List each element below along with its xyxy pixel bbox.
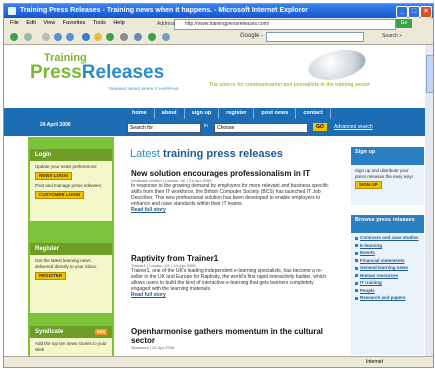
print-icon[interactable] (134, 33, 142, 41)
discuss-icon[interactable] (162, 33, 170, 41)
menu-help[interactable]: Help (113, 20, 124, 26)
address-input[interactable]: http://www.trainingpressreleases.com/ (185, 20, 269, 29)
signup-button[interactable]: SIGN UP (355, 181, 382, 189)
syndicate-text: Add the top ten news stories to your Web (35, 341, 107, 352)
site-search-input[interactable]: Search for (127, 123, 201, 133)
menu-view[interactable]: View (43, 20, 55, 26)
category-link[interactable]: People (355, 288, 420, 294)
search-in-label: in (204, 123, 208, 129)
menu-favorites[interactable]: Favorites (63, 20, 86, 26)
mail-icon[interactable] (120, 33, 128, 41)
article-meta: Simulacra | 24-Apr-2006. (131, 345, 176, 350)
article-2: Raptivity from Trainer1 Trainer1 | Londo… (131, 254, 331, 299)
main-heading: Latest training press releases (130, 148, 283, 160)
login-box: Login Update your news preferences: NEWS… (30, 149, 112, 221)
menu-edit[interactable]: Edit (26, 20, 35, 26)
category-link[interactable]: Contracts and case studies (355, 235, 420, 241)
register-button[interactable]: REGISTER (35, 272, 67, 280)
category-link[interactable]: IT training (355, 280, 420, 286)
google-search-input[interactable] (266, 32, 364, 42)
edit-icon[interactable] (148, 33, 156, 41)
signup-text: Sign up and distribute your press releas… (355, 168, 414, 179)
search-category-select[interactable]: Choose (214, 123, 308, 133)
browser-window: Training Press Releases - Training news … (3, 3, 434, 368)
news-login-button[interactable]: NEWS LOGIN (35, 172, 72, 180)
minimize-button[interactable]: _ (396, 6, 408, 18)
login-text-news: Update your news preferences: (35, 164, 98, 169)
scrollbar-thumb[interactable] (426, 55, 433, 93)
nav-post-news[interactable]: post news (254, 108, 297, 119)
category-link[interactable]: Human resources (355, 273, 420, 279)
google-search-button[interactable]: Search » (382, 33, 402, 39)
current-date: 24 April 2006 (40, 122, 71, 128)
site-tagline: The source for communication and journal… (209, 82, 370, 88)
google-label[interactable]: Google - (240, 33, 263, 39)
menu-tools[interactable]: Tools (93, 20, 106, 26)
article-title[interactable]: New solution encourages professionalism … (131, 169, 331, 178)
web-page: Training PressReleases TRAINING NEWS WHE… (4, 45, 425, 356)
category-link[interactable]: E-learning (355, 243, 420, 249)
nav-about[interactable]: about (155, 108, 185, 119)
advanced-search-link[interactable]: Advanced search (334, 124, 373, 130)
syndicate-heading: Syndicate RSS (30, 326, 112, 338)
site-nav: home about sign up register post news co… (125, 108, 331, 119)
read-full-story-link[interactable]: Read full story (131, 292, 331, 299)
article-title[interactable]: Openharmonise gathers momentum in the cu… (131, 327, 331, 345)
category-list: Contracts and case studies E-learning Ev… (351, 233, 424, 305)
menu-file[interactable]: File (10, 20, 19, 26)
signup-box: Sign up Sign up and distribute your pres… (351, 147, 424, 205)
browse-box: Browse press releases Contracts and case… (351, 215, 424, 355)
login-text-customer: Post and manage press releases: (35, 183, 103, 188)
register-heading: Register (30, 243, 112, 255)
register-box: Register Get the latest learning news de… (30, 243, 112, 313)
address-label: Address (157, 21, 176, 27)
search-icon[interactable] (82, 33, 90, 41)
nav-sign-up[interactable]: sign up (185, 108, 220, 119)
go-button[interactable]: Go (396, 19, 412, 28)
article-summary: In response to the growing demand by emp… (131, 183, 329, 207)
category-link[interactable]: Research and papers (355, 295, 420, 301)
home-icon[interactable] (66, 33, 74, 41)
article-3: Openharmonise gathers momentum in the cu… (131, 327, 331, 350)
category-link[interactable]: Financial statements (355, 258, 420, 264)
title-bar: Training Press Releases - Training news … (4, 4, 433, 18)
back-icon[interactable] (10, 33, 18, 41)
right-column: Sign up Sign up and distribute your pres… (349, 137, 425, 356)
close-button[interactable]: × (420, 6, 432, 18)
forward-icon[interactable] (24, 33, 32, 41)
favorites-icon[interactable] (94, 33, 102, 41)
toolbar (4, 30, 433, 45)
ie-icon (8, 7, 16, 15)
customer-login-button[interactable]: CUSTOMER LOGIN (35, 191, 85, 199)
category-link[interactable]: Events (355, 250, 420, 256)
status-bar: Internet (4, 356, 433, 367)
login-heading: Login (30, 149, 112, 161)
article-summary: Trainer1, one of the UK's leading indepe… (131, 268, 327, 292)
refresh-icon[interactable] (54, 33, 62, 41)
site-search-go-button[interactable]: GO (313, 123, 327, 131)
history-icon[interactable] (106, 33, 114, 41)
category-link[interactable]: General learning news (355, 265, 420, 271)
stop-icon[interactable] (42, 33, 50, 41)
nav-register[interactable]: register (219, 108, 255, 119)
mouse-graphic (305, 45, 369, 85)
signup-heading: Sign up (351, 147, 424, 165)
logo-subtitle: TRAINING NEWS WHEN IT HAPPENS (108, 86, 179, 91)
nav-contact[interactable]: contact (296, 108, 331, 119)
rss-badge[interactable]: RSS (94, 329, 107, 335)
syndicate-box: Syndicate RSS Add the top ten news storie… (30, 326, 112, 356)
register-text: Get the latest learning news delivered d… (35, 258, 98, 269)
read-full-story-link[interactable]: Read full story (131, 207, 331, 214)
nav-home[interactable]: home (125, 108, 155, 119)
browse-heading: Browse press releases (351, 215, 424, 233)
article-title[interactable]: Raptivity from Trainer1 (131, 254, 331, 263)
window-title: Training Press Releases - Training news … (20, 7, 308, 14)
maximize-button[interactable]: □ (408, 6, 420, 18)
article-1: New solution encourages professionalism … (131, 169, 331, 214)
security-zone: Internet (366, 359, 383, 365)
vertical-scrollbar[interactable] (425, 45, 433, 356)
address-bar[interactable]: Address http://www.trainingpressreleases… (157, 19, 396, 30)
logo-press-releases: PressReleases (30, 62, 165, 83)
